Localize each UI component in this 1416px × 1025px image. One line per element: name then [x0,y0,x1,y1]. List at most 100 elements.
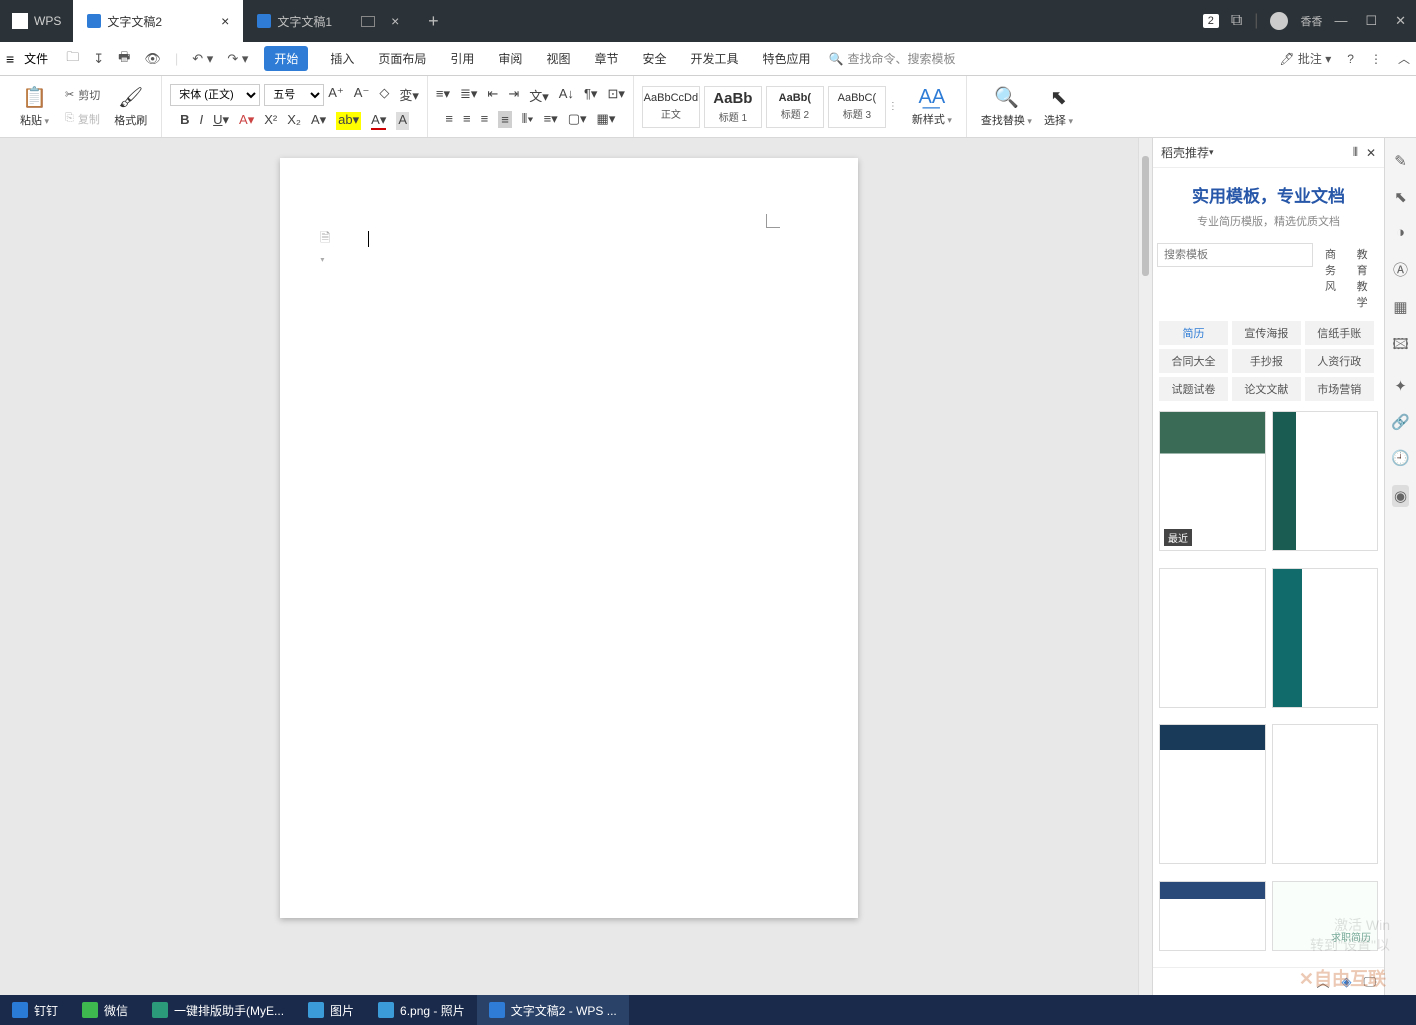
close-window-icon[interactable]: ✕ [1395,13,1406,29]
tag-marketing[interactable]: 市场营销 [1305,377,1374,401]
maximize-icon[interactable]: ☐ [1365,13,1377,29]
distribute-icon[interactable]: ⫴▾ [522,111,534,128]
shrink-font-icon[interactable]: A⁻ [354,85,370,104]
bullets-icon[interactable]: ≡▾ [436,86,450,105]
paragraph-marks-icon[interactable]: ¶▾ [584,86,598,105]
task-photos[interactable]: 图片 [296,995,366,1025]
pointer-tool-icon[interactable]: ⬉ [1394,188,1407,206]
page[interactable]: 🗎▾ [280,158,858,918]
print-icon[interactable]: 🖶 [118,48,130,70]
menu-tab-reference[interactable]: 引用 [448,46,476,71]
preview-icon[interactable]: 👁 [144,48,161,70]
tag-contract[interactable]: 合同大全 [1159,349,1228,373]
menu-tab-view[interactable]: 视图 [544,46,572,71]
new-style-button[interactable]: A͟A 新样式 [906,84,958,129]
puzzle-icon[interactable]: ⧉ [1231,12,1242,30]
more-icon[interactable]: ⋮ [1370,52,1382,66]
style-normal[interactable]: AaBbCcDd正文 [642,86,700,128]
tag-thesis[interactable]: 论文文献 [1232,377,1301,401]
cut-button[interactable]: ✂ 剪切 [61,85,104,105]
style-more-icon[interactable]: ⋮ [888,101,898,112]
notification-badge[interactable]: 2 [1203,14,1219,28]
align-left-icon[interactable]: ≡ [445,111,453,128]
align-center-icon[interactable]: ≡ [463,111,471,128]
font-name-select[interactable]: 宋体 (正文) [170,84,260,106]
menu-tab-section[interactable]: 章节 [592,46,620,71]
hamburger-icon[interactable]: ≡ [6,51,14,67]
tag-exam[interactable]: 试题试卷 [1159,377,1228,401]
template-item[interactable] [1159,724,1266,864]
command-search[interactable]: 🔍 查找命令、搜索模板 [829,50,956,67]
panel-settings-icon[interactable]: ⫴ [1353,145,1358,160]
wps-logo[interactable]: WPS [0,0,73,42]
menu-tab-insert[interactable]: 插入 [328,46,356,71]
menu-tab-home[interactable]: 开始 [264,46,308,71]
text-tool-icon[interactable]: Ⓐ [1393,259,1408,280]
decrease-indent-icon[interactable]: ⇤ [487,86,498,105]
table-tool-icon[interactable]: ▦ [1393,298,1407,316]
text-direction-icon[interactable]: 文▾ [529,86,549,105]
close-icon[interactable]: × [221,13,229,29]
font-color-icon[interactable]: A▾ [371,112,386,130]
style-h2[interactable]: AaBb(标题 2 [766,86,824,128]
borders-icon[interactable]: ▦▾ [597,111,616,128]
underline-icon[interactable]: U▾ [213,112,229,130]
template-item[interactable] [1272,568,1379,708]
font-size-select[interactable]: 五号 [264,84,324,106]
shading-icon[interactable]: ▢▾ [568,111,587,128]
minimize-icon[interactable]: — [1334,13,1347,29]
template-item[interactable] [1272,724,1379,864]
panel-title[interactable]: 稻壳推荐 [1161,144,1209,161]
menu-tab-security[interactable]: 安全 [640,46,668,71]
collapse-ribbon-icon[interactable]: ︿ [1398,50,1410,67]
task-wps[interactable]: 文字文稿2 - WPS ... [477,995,629,1025]
tab-doc-2[interactable]: 文字文稿1 × [243,0,413,42]
image-tool-icon[interactable]: 🖾 [1392,334,1408,359]
tab-icon[interactable]: ⊡▾ [607,86,624,105]
template-item[interactable]: 求职简历 [1272,881,1379,951]
select-button[interactable]: ⬉ 选择 [1038,83,1079,130]
grow-font-icon[interactable]: A⁺ [328,85,344,104]
line-spacing-icon[interactable]: ≡▾ [544,111,558,128]
task-wechat[interactable]: 微信 [70,995,140,1025]
format-painter-button[interactable]: 🖌 格式刷 [108,83,153,130]
template-item[interactable] [1272,411,1379,551]
pen-tool-icon[interactable]: ✎ [1394,152,1407,170]
highlight-icon[interactable]: ab▾ [336,112,361,130]
close-icon[interactable]: × [391,13,399,29]
avatar[interactable] [1270,12,1288,30]
template-search-input[interactable] [1157,243,1313,267]
scroll-thumb[interactable] [1142,156,1149,276]
sort-icon[interactable]: A↓ [559,86,574,105]
link-tool-icon[interactable]: 🔗 [1391,413,1410,431]
template-item[interactable]: 最近 [1159,411,1266,551]
bold-icon[interactable]: B [180,112,189,130]
chart-tool-icon[interactable]: ✦ [1394,377,1407,395]
tag-resume[interactable]: 简历 [1159,321,1228,345]
menu-tab-layout[interactable]: 页面布局 [376,46,428,71]
history-icon[interactable]: 🕘 [1391,449,1410,467]
strike-icon[interactable]: A▾ [239,112,254,130]
style-h3[interactable]: AaBbC(标题 3 [828,86,886,128]
menu-tab-dev[interactable]: 开发工具 [688,46,740,71]
char-shading-icon[interactable]: A [396,112,409,130]
tag-hr[interactable]: 人资行政 [1305,349,1374,373]
superscript-icon[interactable]: X² [264,112,277,130]
chip-education[interactable]: 教育教学 [1349,243,1380,313]
para-mark-icon[interactable]: 🗎▾ [320,229,334,245]
settings-tool-icon[interactable]: ◉ [1392,485,1409,507]
tag-handbill[interactable]: 手抄报 [1232,349,1301,373]
add-tab-button[interactable]: + [413,0,453,42]
style-h1[interactable]: AaBb标题 1 [704,86,762,128]
scrollbar-vertical[interactable] [1138,138,1152,995]
copy-button[interactable]: ⎘ 复制 [61,109,104,129]
help-icon[interactable]: ? [1347,52,1354,66]
task-png[interactable]: 6.png - 照片 [366,995,477,1025]
redo-icon[interactable]: ↷ ▾ [227,48,248,70]
align-justify-icon[interactable]: ≡ [498,111,512,128]
task-dingtalk[interactable]: 钉钉 [0,995,70,1025]
template-item[interactable] [1159,881,1266,951]
numbering-icon[interactable]: ≣▾ [460,86,477,105]
panel-close-icon[interactable]: ✕ [1366,146,1376,160]
align-right-icon[interactable]: ≡ [481,111,489,128]
